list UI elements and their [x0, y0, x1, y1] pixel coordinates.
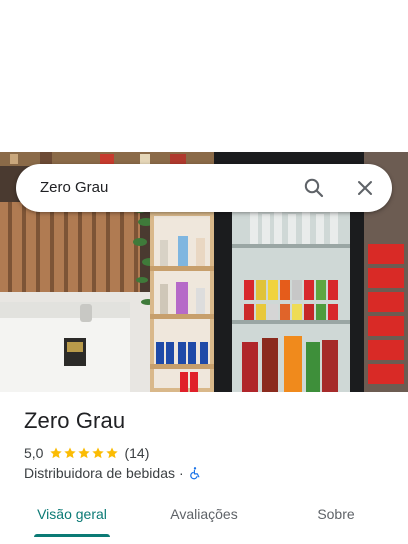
star-icon	[50, 447, 63, 459]
star-icon	[64, 447, 77, 459]
rating-value: 5,0	[24, 445, 44, 461]
close-icon[interactable]	[353, 176, 377, 200]
star-rating	[49, 446, 119, 460]
active-tab-indicator	[34, 534, 110, 537]
separator-dot: ·	[178, 465, 184, 481]
place-title: Zero Grau	[24, 408, 126, 433]
star-icon	[92, 447, 105, 459]
search-bar[interactable]: Zero Grau	[16, 164, 392, 212]
wheelchair-icon	[189, 467, 200, 480]
rating-row[interactable]: 5,0 (14)	[24, 444, 149, 462]
star-icon	[78, 447, 91, 459]
tab-overview[interactable]: Visão geral	[24, 496, 120, 536]
search-icon[interactable]	[302, 176, 326, 200]
place-category: Distribuidora de bebidas	[24, 465, 175, 481]
category-row: Distribuidora de bebidas ·	[24, 464, 202, 482]
tab-reviews[interactable]: Avaliações	[152, 496, 256, 536]
review-count[interactable]: (14)	[124, 445, 149, 461]
place-tabs: Visão geral Avaliações Sobre	[0, 496, 408, 544]
tab-about[interactable]: Sobre	[296, 496, 376, 536]
search-input[interactable]: Zero Grau	[40, 164, 108, 212]
star-icon	[106, 447, 119, 459]
